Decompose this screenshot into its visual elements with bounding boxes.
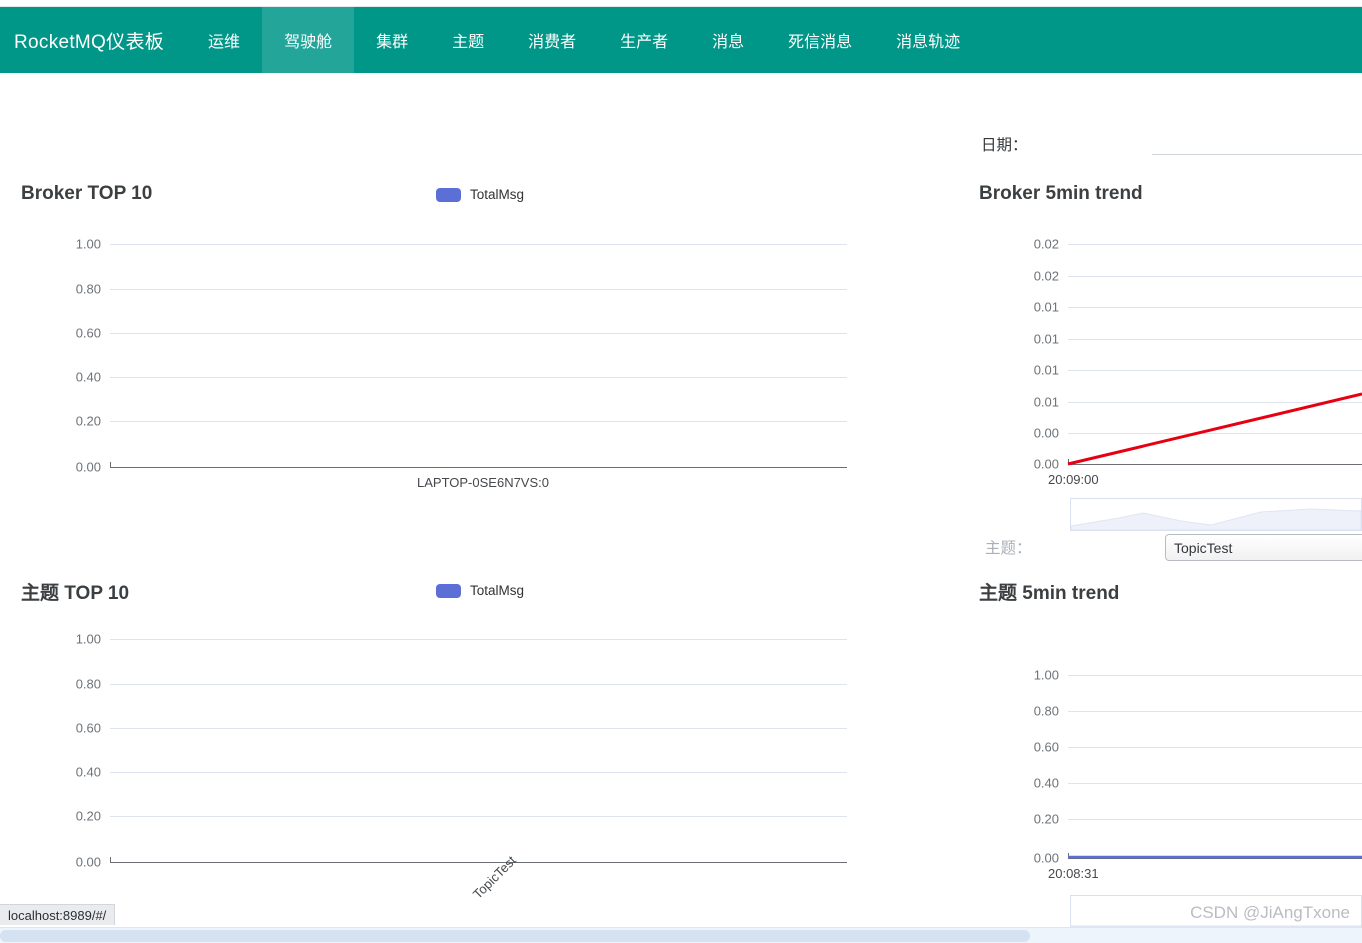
nav-item-label: 驾驶舱	[284, 34, 333, 51]
nav-item-xiaofeizhe[interactable]: 消费者	[506, 7, 598, 73]
nav-item-label: 主题	[452, 34, 485, 51]
app-brand[interactable]: RocketMQ仪表板	[0, 7, 186, 73]
gridline	[110, 771, 847, 773]
date-input[interactable]	[1152, 129, 1362, 155]
gridline	[110, 683, 847, 685]
gridline	[110, 815, 847, 817]
nav-item-label: 生产者	[620, 34, 669, 51]
broker-trend-datazoom-slider[interactable]	[1070, 498, 1362, 531]
y-axis-tick-label: 0.00	[1033, 850, 1059, 866]
gridline	[110, 420, 847, 422]
x-axis-time-label: 20:09:00	[1048, 472, 1099, 487]
nav-item-jiashicang[interactable]: 驾驶舱	[262, 7, 355, 73]
topic-field-row: 主题：	[985, 536, 1032, 558]
browser-top-strip	[0, 0, 1362, 7]
x-axis-tick	[110, 462, 111, 467]
horizontal-scrollbar[interactable]	[0, 927, 1362, 943]
legend-swatch-icon	[436, 187, 461, 202]
horizontal-scrollbar-thumb[interactable]	[0, 930, 1030, 942]
nav-item-yunwei[interactable]: 运维	[186, 7, 262, 73]
nav-item-zhuti[interactable]: 主题	[430, 7, 506, 73]
nav-item-label: 消费者	[528, 34, 577, 51]
y-axis-tick-label: 0.02	[1033, 268, 1059, 283]
topic-field-label: 主题：	[985, 540, 1032, 557]
nav-item-sixinxiaoxi[interactable]: 死信消息	[766, 7, 874, 73]
topic-5min-trend-plot: 1.00 0.80 0.60 0.40 0.20 0.00 20:08:31	[1034, 668, 1362, 881]
y-axis-tick-label: 1.00	[1033, 667, 1059, 683]
y-axis-tick-label: 0.40	[75, 369, 101, 384]
dashboard-content: 日期： Broker TOP 10 TotalMsg 1.00 0.80 0.6…	[0, 73, 1362, 943]
y-axis-tick-label: 0.00	[75, 459, 101, 475]
y-axis-tick-label: 0.01	[1033, 362, 1059, 378]
y-axis-tick-label: 0.80	[1033, 703, 1059, 719]
nav-item-xiaoxiguiji[interactable]: 消息轨迹	[874, 7, 982, 73]
y-axis-tick-label: 0.40	[1033, 775, 1059, 791]
browser-status-bar: localhost:8989/#/	[0, 904, 116, 925]
y-axis-tick-label: 0.80	[75, 281, 101, 296]
topic-select[interactable]: TopicTest	[1165, 534, 1362, 561]
topic-select-value: TopicTest	[1174, 539, 1233, 556]
y-axis-tick-label: 0.01	[1033, 299, 1059, 315]
y-axis-tick-label: 1.00	[75, 631, 101, 647]
topic-top10-title: 主题 TOP 10	[21, 583, 130, 604]
datazoom-preview-area	[1071, 508, 1361, 530]
x-axis-line	[110, 862, 847, 863]
y-axis-tick-label: 0.60	[75, 325, 101, 340]
nav-item-label: 死信消息	[788, 34, 853, 51]
gridline	[110, 376, 847, 378]
y-axis-tick-label: 0.20	[75, 808, 101, 823]
nav-item-label: 消息	[712, 34, 745, 51]
y-axis-tick-label: 0.00	[1033, 425, 1059, 441]
y-axis-tick-label: 0.00	[1033, 456, 1059, 472]
nav-item-label: 消息轨迹	[896, 34, 961, 51]
topic-trend-line	[1068, 855, 1362, 859]
broker-trend-line	[1067, 392, 1362, 466]
y-axis-tick-label: 0.80	[75, 676, 101, 691]
y-axis-tick-label: 0.60	[1033, 739, 1059, 755]
broker-top10-title: Broker TOP 10	[21, 183, 153, 204]
gridline	[110, 332, 847, 334]
status-bar-url: localhost:8989/#/	[8, 907, 107, 923]
y-axis-tick-label: 0.60	[75, 720, 101, 735]
broker-top10-plot: 1.00 0.80 0.60 0.40 0.20 0.00 LAPTOP-0SE…	[76, 237, 847, 490]
app-brand-label: RocketMQ仪表板	[14, 31, 165, 53]
y-axis-tick-label: 0.20	[1033, 811, 1059, 827]
gridline	[110, 288, 847, 290]
y-axis-tick-label: 0.40	[75, 764, 101, 779]
main-navbar: RocketMQ仪表板 运维 驾驶舱 集群 主题 消费者 生产者 消息 死信消息…	[0, 7, 1362, 73]
date-field-label: 日期：	[981, 137, 1028, 154]
y-axis-tick-label: 0.02	[1033, 236, 1059, 252]
y-axis-tick-label: 0.00	[75, 854, 101, 870]
dashboard-page: RocketMQ仪表板 运维 驾驶舱 集群 主题 消费者 生产者 消息 死信消息…	[0, 0, 1362, 943]
topic-top10-legend[interactable]: TotalMsg	[436, 583, 524, 598]
gridline	[110, 639, 847, 640]
nav-item-xiaoxi[interactable]: 消息	[690, 7, 766, 73]
legend-label: TotalMsg	[470, 187, 525, 202]
nav-item-label: 运维	[208, 34, 241, 51]
topic-top10-plot: 1.00 0.80 0.60 0.40 0.20 0.00 TopicTest	[76, 632, 847, 902]
y-axis-tick-label: 0.01	[1033, 394, 1059, 409]
nav-item-jiqun[interactable]: 集群	[354, 7, 430, 73]
y-axis-tick-label: 0.20	[75, 413, 101, 428]
broker-5min-trend-title: Broker 5min trend	[979, 183, 1143, 204]
nav-item-label: 集群	[376, 34, 409, 51]
legend-swatch-icon	[436, 583, 461, 598]
y-axis-tick-label: 0.01	[1033, 331, 1059, 346]
x-axis-category-label: LAPTOP-0SE6N7VS:0	[417, 475, 549, 490]
csdn-watermark: CSDN @JiAngTxone	[1190, 903, 1350, 922]
gridline	[110, 727, 847, 729]
legend-label: TotalMsg	[470, 583, 525, 598]
x-axis-category-label: TopicTest	[469, 852, 519, 902]
x-axis-time-label: 20:08:31	[1048, 866, 1099, 881]
gridline	[110, 244, 847, 245]
x-axis-line	[110, 467, 847, 468]
nav-item-shengchanzhe[interactable]: 生产者	[598, 7, 690, 73]
topic-5min-trend-title: 主题 5min trend	[979, 583, 1120, 604]
y-axis-tick-label: 1.00	[75, 236, 101, 252]
date-field-row: 日期：	[981, 133, 1028, 155]
broker-5min-trend-plot: 0.02 0.02 0.01 0.01 0.01 0.01 0.00 0.00 …	[1034, 237, 1362, 487]
x-axis-tick	[110, 857, 111, 862]
broker-top10-legend[interactable]: TotalMsg	[436, 187, 524, 202]
